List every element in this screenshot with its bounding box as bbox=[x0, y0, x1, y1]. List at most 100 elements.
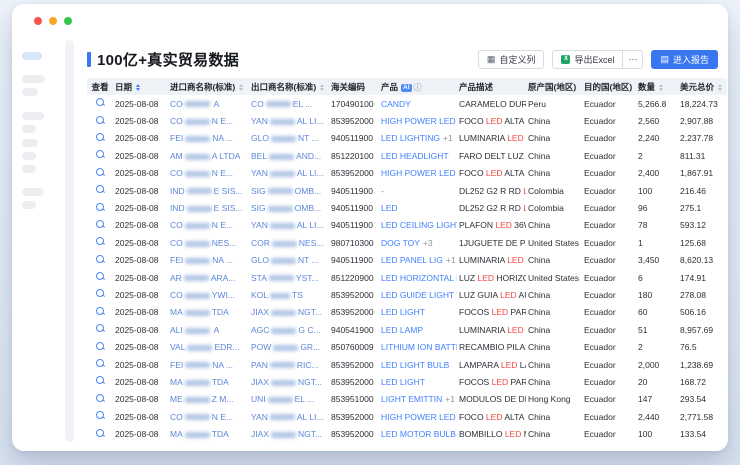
customize-columns-button[interactable]: ▦ 自定义列 bbox=[478, 50, 545, 69]
product-link[interactable]: LITHIUM ION BATTE bbox=[381, 342, 457, 352]
product-link[interactable]: HIGH POWER LED F bbox=[381, 168, 457, 178]
exporter-cell[interactable]: YANAL LI... bbox=[249, 165, 329, 182]
product-cell[interactable]: LED PANEL LIG+1 bbox=[379, 252, 457, 269]
sort-caret-icon[interactable] bbox=[718, 84, 722, 91]
product-cell[interactable]: LED LIGHT bbox=[379, 304, 457, 321]
product-extra-count[interactable]: +3 bbox=[423, 238, 433, 248]
exporter-cell[interactable]: SIGOMB... bbox=[249, 182, 329, 199]
exporter-cell[interactable]: POWGR... bbox=[249, 338, 329, 355]
importer-cell[interactable]: MATDA bbox=[168, 425, 249, 442]
product-link[interactable]: LED LIGHT BULB bbox=[381, 360, 449, 370]
maximize-window-button[interactable] bbox=[64, 17, 72, 25]
importer-cell[interactable]: VALEDR... bbox=[168, 338, 249, 355]
sidebar-item[interactable] bbox=[22, 125, 36, 133]
product-extra-count[interactable]: +1 bbox=[443, 133, 453, 143]
sort-caret-icon[interactable] bbox=[136, 84, 140, 91]
product-link[interactable]: LIGHT EMITTIN bbox=[381, 394, 442, 404]
view-detail-magnifier-icon[interactable] bbox=[96, 185, 105, 194]
exporter-cell[interactable]: YANAL LI... bbox=[249, 408, 329, 425]
view-detail-magnifier-icon[interactable] bbox=[96, 411, 105, 420]
view-detail-magnifier-icon[interactable] bbox=[96, 168, 105, 177]
exporter-cell[interactable]: CORNES... bbox=[249, 234, 329, 251]
exporter-cell[interactable]: JIAXNGT... bbox=[249, 373, 329, 390]
view-detail-magnifier-icon[interactable] bbox=[96, 272, 105, 281]
importer-cell[interactable]: FEINA ... bbox=[168, 130, 249, 147]
view-detail-magnifier-icon[interactable] bbox=[96, 133, 105, 142]
importer-cell[interactable]: INDE SIS... bbox=[168, 182, 249, 199]
sidebar-item-active[interactable] bbox=[22, 52, 42, 60]
view-detail-magnifier-icon[interactable] bbox=[96, 98, 105, 107]
sidebar-item[interactable] bbox=[22, 188, 44, 196]
importer-cell[interactable]: MEZ M... bbox=[168, 391, 249, 408]
importer-cell[interactable]: CO A bbox=[168, 95, 249, 112]
product-cell[interactable]: LED MOTOR BULB bbox=[379, 425, 457, 442]
exporter-cell[interactable]: STAYST... bbox=[249, 269, 329, 286]
exporter-cell[interactable]: PANRIC... bbox=[249, 356, 329, 373]
product-link[interactable]: LED CEILING LIGHT bbox=[381, 220, 457, 230]
view-detail-magnifier-icon[interactable] bbox=[96, 307, 105, 316]
product-cell[interactable]: LED LAMP bbox=[379, 321, 457, 338]
product-extra-count[interactable]: +1 bbox=[445, 394, 455, 404]
product-cell[interactable]: LED HORIZONTAL L bbox=[379, 269, 457, 286]
exporter-cell[interactable]: YANAL LI... bbox=[249, 217, 329, 234]
importer-cell[interactable]: CON E... bbox=[168, 112, 249, 129]
exporter-cell[interactable]: GLONT ... bbox=[249, 130, 329, 147]
column-header-10[interactable]: 美元总价 bbox=[678, 78, 727, 95]
importer-cell[interactable]: CON E... bbox=[168, 217, 249, 234]
product-link[interactable]: CANDY bbox=[381, 99, 411, 109]
view-detail-magnifier-icon[interactable] bbox=[96, 324, 105, 333]
importer-cell[interactable]: FEINA ... bbox=[168, 356, 249, 373]
sidebar-item[interactable] bbox=[22, 201, 36, 209]
product-link[interactable]: HIGH POWER LED F bbox=[381, 116, 457, 126]
product-link[interactable]: DOG TOY bbox=[381, 238, 420, 248]
sidebar-item[interactable] bbox=[22, 165, 36, 173]
export-excel-button[interactable]: X 导出Excel bbox=[552, 50, 623, 69]
product-cell[interactable]: LED GUIDE LIGHT T bbox=[379, 286, 457, 303]
importer-cell[interactable]: FEINA ... bbox=[168, 252, 249, 269]
importer-cell[interactable]: AMA LTDA bbox=[168, 147, 249, 164]
sidebar-item[interactable] bbox=[22, 139, 38, 147]
product-link[interactable]: LED PANEL LIG bbox=[381, 255, 443, 265]
importer-cell[interactable]: CON E... bbox=[168, 165, 249, 182]
column-header-3[interactable]: 出口商名称(标准) bbox=[249, 78, 329, 95]
product-cell[interactable]: CANDY bbox=[379, 95, 457, 112]
enter-report-button[interactable]: ▤ 进入报告 bbox=[651, 50, 718, 69]
product-link[interactable]: LED LAMP bbox=[381, 325, 423, 335]
product-cell[interactable]: LED LIGHT BULB bbox=[379, 356, 457, 373]
importer-cell[interactable]: MATDA bbox=[168, 373, 249, 390]
view-detail-magnifier-icon[interactable] bbox=[96, 255, 105, 264]
view-detail-magnifier-icon[interactable] bbox=[96, 150, 105, 159]
product-link[interactable]: - bbox=[381, 186, 384, 196]
product-cell[interactable]: LED LIGHTING+1 bbox=[379, 130, 457, 147]
product-link[interactable]: LED MOTOR BULB bbox=[381, 429, 456, 439]
exporter-cell[interactable]: SIGOMB... bbox=[249, 199, 329, 216]
view-detail-magnifier-icon[interactable] bbox=[96, 394, 105, 403]
product-cell[interactable]: HIGH POWER LED F bbox=[379, 165, 457, 182]
product-link[interactable]: LED HORIZONTAL L bbox=[381, 273, 457, 283]
product-cell[interactable]: LED HEADLIGHT bbox=[379, 147, 457, 164]
info-icon[interactable]: ⓘ bbox=[414, 83, 422, 92]
product-link[interactable]: LED bbox=[381, 203, 398, 213]
product-cell[interactable]: DOG TOY+3 bbox=[379, 234, 457, 251]
product-cell[interactable]: HIGH POWER LED F bbox=[379, 408, 457, 425]
product-link[interactable]: LED GUIDE LIGHT T bbox=[381, 290, 457, 300]
view-detail-magnifier-icon[interactable] bbox=[96, 359, 105, 368]
product-cell[interactable]: HIGH POWER LED F bbox=[379, 112, 457, 129]
exporter-cell[interactable]: JIAXNGT... bbox=[249, 304, 329, 321]
importer-cell[interactable]: MATDA bbox=[168, 304, 249, 321]
exporter-cell[interactable]: YANAL LI... bbox=[249, 112, 329, 129]
product-link[interactable]: LED LIGHTING bbox=[381, 133, 440, 143]
product-link[interactable]: LED LIGHT bbox=[381, 307, 425, 317]
sort-caret-icon[interactable] bbox=[239, 84, 243, 91]
view-detail-magnifier-icon[interactable] bbox=[96, 376, 105, 385]
sort-caret-icon[interactable] bbox=[659, 84, 663, 91]
importer-cell[interactable]: COYWI... bbox=[168, 286, 249, 303]
product-extra-count[interactable]: +1 bbox=[446, 255, 456, 265]
minimize-window-button[interactable] bbox=[49, 17, 57, 25]
column-header-1[interactable]: 日期 bbox=[113, 78, 168, 95]
exporter-cell[interactable]: JIAXNGT... bbox=[249, 425, 329, 442]
importer-cell[interactable]: ARARA... bbox=[168, 269, 249, 286]
product-cell[interactable]: - bbox=[379, 182, 457, 199]
importer-cell[interactable]: CONES... bbox=[168, 234, 249, 251]
view-detail-magnifier-icon[interactable] bbox=[96, 203, 105, 212]
